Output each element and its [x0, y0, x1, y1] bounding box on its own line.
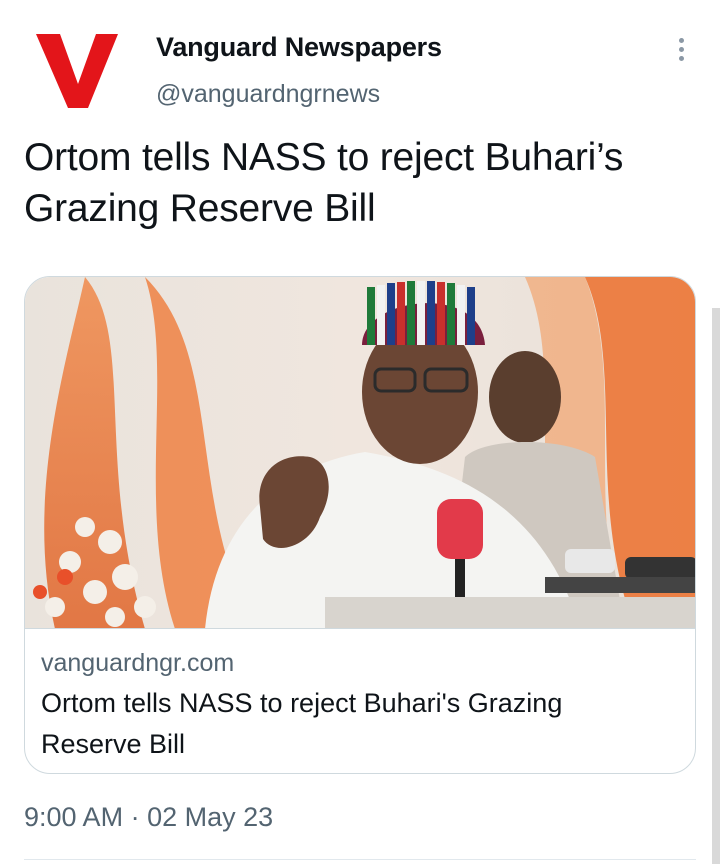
more-vertical-icon	[678, 37, 684, 43]
card-domain: vanguardngr.com	[41, 649, 235, 677]
tweet-timestamp[interactable]: 9:00 AM · 02 May 23	[24, 802, 273, 833]
more-options-button[interactable]	[664, 32, 698, 66]
tweet-text: Ortom tells NASS to reject Buhari’s Graz…	[24, 136, 624, 230]
news-photo-icon	[25, 277, 695, 628]
tweet-time: 9:00 AM	[24, 802, 124, 832]
link-card[interactable]: vanguardngr.com Ortom tells NASS to reje…	[24, 276, 696, 774]
scrollbar[interactable]	[712, 308, 720, 864]
author-name[interactable]: Vanguard Newspapers	[156, 32, 442, 63]
vanguard-logo-avatar[interactable]	[28, 28, 124, 114]
tweet-date: 02 May 23	[147, 802, 274, 832]
card-image[interactable]	[25, 277, 695, 629]
vanguard-logo-icon	[36, 34, 118, 108]
author-handle[interactable]: @vanguardngrnews	[156, 80, 380, 109]
divider	[24, 859, 696, 860]
tweet: Vanguard Newspapers @vanguardngrnews Ort…	[0, 0, 720, 864]
timestamp-separator: ·	[130, 802, 140, 832]
card-title: Ortom tells NASS to reject Buhari's Graz…	[41, 688, 563, 759]
